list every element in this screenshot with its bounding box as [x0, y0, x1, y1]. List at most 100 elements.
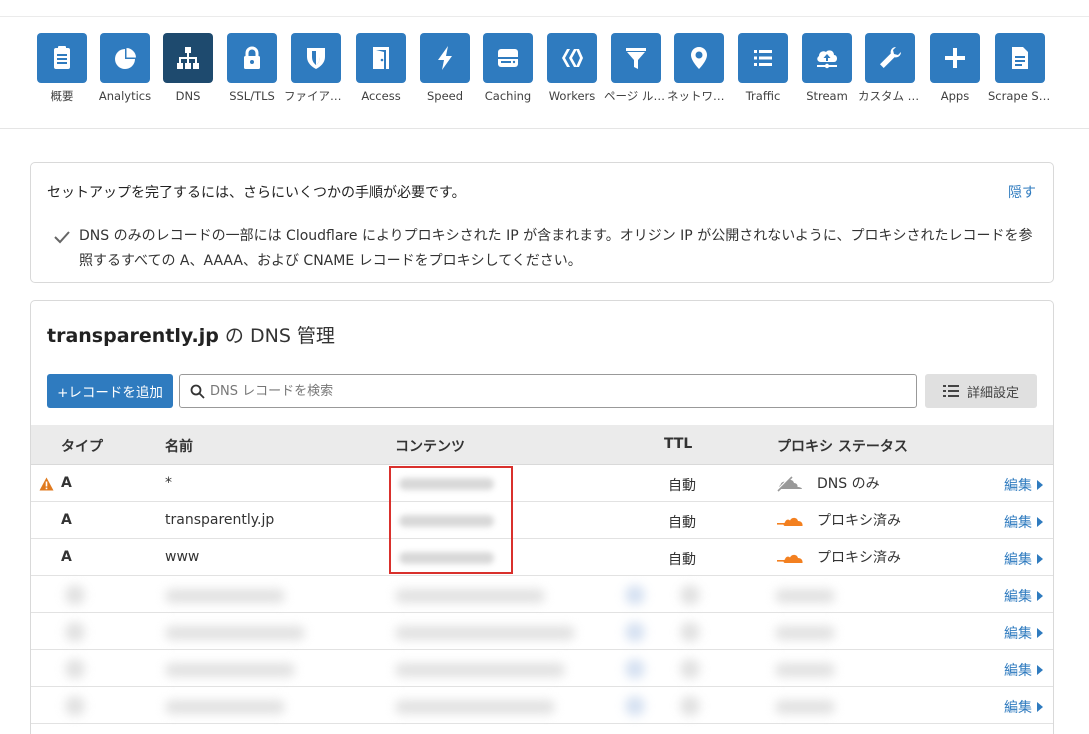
nav-workers[interactable]: Workers [540, 33, 604, 117]
check-icon [54, 231, 70, 244]
nav-tile-firewall [291, 33, 341, 83]
nav-tile-traffic [738, 33, 788, 83]
nav-tile-stream [802, 33, 852, 83]
nav-tile-overview [37, 33, 87, 83]
proxy-status-label: プロキシ済み [817, 550, 901, 566]
edit-record-button[interactable]: 編集 [1004, 697, 1043, 717]
nav-firewall[interactable]: ファイアウォ... [284, 33, 348, 117]
location-pin-icon [691, 47, 707, 69]
hide-link[interactable]: 隠す [1008, 182, 1036, 202]
caret-right-icon [1037, 628, 1043, 638]
nav-tile-dns [163, 33, 213, 83]
nav-scrape-shield[interactable]: Scrape Shi... [988, 33, 1052, 117]
proxy-status-label: DNS のみ [817, 476, 880, 492]
nav-label: Caching [484, 89, 532, 103]
pie-chart-icon [115, 48, 136, 69]
shield-icon [307, 48, 325, 69]
workers-icon [562, 49, 583, 67]
edit-label: 編集 [1004, 663, 1032, 679]
dns-management-card: transparently.jp の DNS 管理 +レコードを追加 詳細設定 … [30, 300, 1054, 734]
nav-page-rules[interactable]: ページ ルール [604, 33, 668, 117]
nav-analytics[interactable]: Analytics [93, 33, 157, 117]
dns-search[interactable] [179, 374, 917, 408]
setup-card: セットアップを完了するには、さらにいくつかの手順が必要です。 隠す DNS のみ… [30, 162, 1054, 283]
caret-right-icon [1037, 702, 1043, 712]
edit-label: 編集 [1004, 700, 1032, 716]
edit-record-button[interactable]: 編集 [1004, 475, 1043, 495]
proxy-status[interactable]: プロキシ済み [777, 510, 901, 530]
nav-label: SSL/TLS [229, 89, 275, 103]
nav-ssl-tls[interactable]: SSL/TLS [220, 33, 284, 117]
nav-label: 概要 [50, 89, 74, 103]
clipboard-icon [54, 46, 70, 69]
advanced-button[interactable]: 詳細設定 [925, 374, 1037, 408]
table-row: A transparently.jp 自動 プロキシ済み 編集 [31, 502, 1053, 539]
nav-caching[interactable]: Caching [476, 33, 540, 117]
col-name[interactable]: 名前 [165, 436, 193, 456]
caret-right-icon [1037, 665, 1043, 675]
nav-tile-network [674, 33, 724, 83]
nav-stream[interactable]: Stream [795, 33, 859, 117]
nav-network[interactable]: ネットワーク [667, 33, 731, 117]
caret-right-icon [1037, 591, 1043, 601]
col-content[interactable]: コンテンツ [395, 436, 465, 456]
nav-tile-apps [930, 33, 980, 83]
nav-label: Traffic [745, 89, 781, 103]
table-row: A * 自動 DNS のみ 編集 [31, 465, 1053, 502]
nav-tile-page-rules [611, 33, 661, 83]
nav-tile-workers [547, 33, 597, 83]
edit-record-button[interactable]: 編集 [1004, 660, 1043, 680]
record-type: A [61, 549, 72, 565]
col-type[interactable]: タイプ [61, 436, 103, 456]
caret-right-icon [1037, 480, 1043, 490]
door-icon [373, 47, 389, 69]
edit-label: 編集 [1004, 552, 1032, 568]
edit-record-button[interactable]: 編集 [1004, 512, 1043, 532]
list-settings-icon [942, 385, 959, 397]
proxy-status[interactable]: DNS のみ [777, 473, 880, 493]
setup-title: セットアップを完了するには、さらにいくつかの手順が必要です。 [47, 185, 466, 201]
warning-icon [39, 477, 54, 491]
cloud-upload-icon [817, 50, 837, 69]
col-proxy-status[interactable]: プロキシ ステータス [777, 436, 908, 456]
edit-record-button[interactable]: 編集 [1004, 623, 1043, 643]
dns-title: transparently.jp の DNS 管理 [47, 321, 335, 348]
nav-custom-pages[interactable]: カスタム ペ... [858, 33, 922, 117]
dns-only-cloud-icon [777, 476, 802, 492]
edit-label: 編集 [1004, 626, 1032, 642]
record-type: A [61, 512, 72, 528]
proxy-status[interactable]: プロキシ済み [777, 547, 901, 567]
edit-record-button[interactable]: 編集 [1004, 549, 1043, 569]
network-icon [177, 47, 199, 69]
nav-label: ページ ルール [604, 89, 668, 103]
caret-right-icon [1037, 554, 1043, 564]
nav-overview[interactable]: 概要 [30, 33, 94, 117]
filter-icon [626, 48, 646, 69]
document-icon [1012, 47, 1028, 69]
advanced-button-label: 詳細設定 [966, 385, 1019, 401]
app-nav-bar: 概要 Analytics DNS SSL/TLS ファイアウォ... Acces… [0, 17, 1089, 129]
record-ttl: 自動 [668, 515, 696, 531]
nav-label: Workers [548, 89, 596, 103]
record-name: * [165, 475, 172, 491]
nav-tile-scrape-shield [995, 33, 1045, 83]
nav-label: Speed [426, 89, 464, 103]
add-record-button[interactable]: +レコードを追加 [47, 374, 173, 408]
dns-search-input[interactable] [210, 381, 900, 401]
dns-table-header: タイプ 名前 コンテンツ TTL プロキシ ステータス [31, 425, 1053, 465]
edit-record-button[interactable]: 編集 [1004, 586, 1043, 606]
col-ttl[interactable]: TTL [664, 436, 692, 452]
nav-traffic[interactable]: Traffic [731, 33, 795, 117]
nav-tile-caching [483, 33, 533, 83]
nav-tile-analytics [100, 33, 150, 83]
record-name: transparently.jp [165, 512, 275, 528]
nav-tile-ssl [227, 33, 277, 83]
nav-dns[interactable]: DNS [156, 33, 220, 117]
list-icon [754, 50, 772, 66]
caret-right-icon [1037, 517, 1043, 527]
nav-access[interactable]: Access [349, 33, 413, 117]
nav-label: Access [361, 89, 401, 103]
nav-speed[interactable]: Speed [413, 33, 477, 117]
nav-label: Apps [940, 89, 970, 103]
nav-apps[interactable]: Apps [923, 33, 987, 117]
